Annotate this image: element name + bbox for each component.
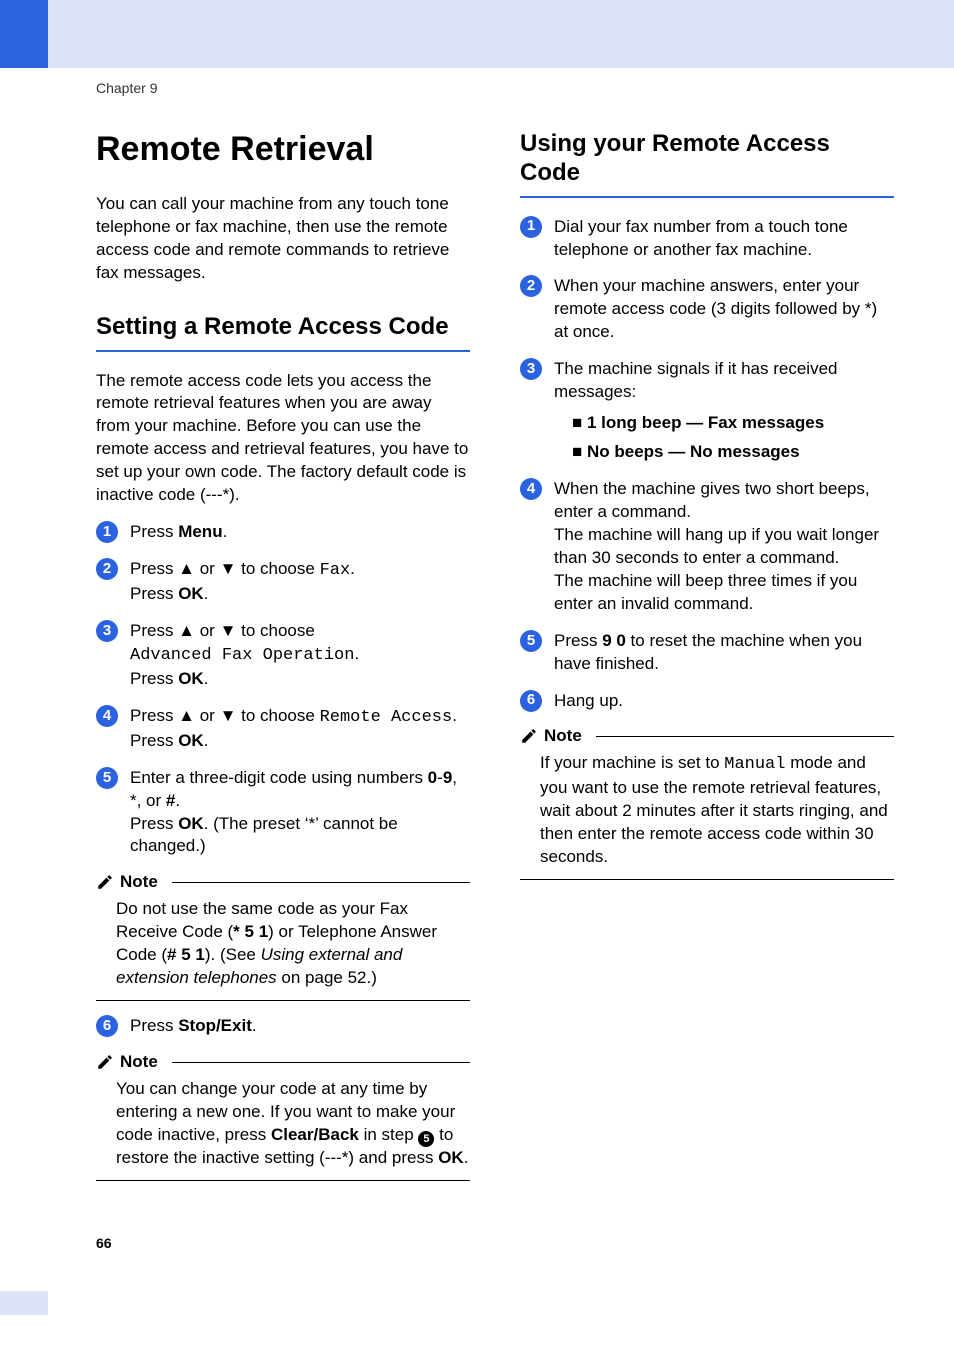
text: Press ▲ or ▼ to choose	[130, 706, 320, 725]
note-right: Note If your machine is set to Manual mo…	[520, 726, 894, 880]
hash-key: #	[166, 791, 175, 810]
step-4: Press ▲ or ▼ to choose Remote Access. Pr…	[96, 705, 470, 753]
note-rule	[596, 736, 894, 737]
step-1: Press Menu.	[96, 521, 470, 544]
text: Press ▲ or ▼ to choose	[130, 621, 315, 640]
text: on page 52.)	[277, 968, 377, 987]
footer-tab	[0, 1291, 48, 1315]
step-2: Press ▲ or ▼ to choose Fax. Press OK.	[96, 558, 470, 606]
key-combo: 9 0	[602, 631, 626, 650]
step-ref-icon: 5	[418, 1131, 434, 1147]
note-rule	[172, 1062, 470, 1063]
text: .	[252, 1016, 257, 1035]
text: When the machine gives two short beeps, …	[554, 479, 870, 521]
note-body: You can change your code at any time by …	[96, 1072, 470, 1181]
step-2: When your machine answers, enter your re…	[520, 275, 894, 344]
text: Enter a three-digit code using numbers	[130, 768, 428, 787]
ok-key: OK	[178, 669, 204, 688]
digit: 0	[428, 768, 437, 787]
ok-key: OK	[178, 814, 204, 833]
step-6: Hang up.	[520, 690, 894, 713]
text: .	[452, 706, 457, 725]
text: .	[464, 1148, 469, 1167]
note-label: Note	[120, 872, 158, 892]
menu-option: Fax	[320, 561, 351, 580]
step-3: Press ▲ or ▼ to choose Advanced Fax Oper…	[96, 620, 470, 691]
step-4: When the machine gives two short beeps, …	[520, 478, 894, 616]
text: Press	[130, 731, 178, 750]
section-intro: The remote access code lets you access t…	[96, 370, 470, 508]
menu-key: Menu	[178, 522, 222, 541]
header-band	[0, 0, 954, 68]
text: .	[204, 669, 209, 688]
step-1: Dial your fax number from a touch tone t…	[520, 216, 894, 262]
chapter-label: Chapter 9	[96, 80, 894, 96]
text: ). (See	[205, 945, 261, 964]
digit: 9	[443, 768, 452, 787]
left-column: Remote Retrieval You can call your machi…	[96, 130, 470, 1195]
text: .	[204, 584, 209, 603]
text: If your machine is set to	[540, 753, 724, 772]
text: in step	[359, 1125, 419, 1144]
text: Press	[130, 814, 178, 833]
section-title-setting: Setting a Remote Access Code	[96, 313, 470, 342]
right-column: Using your Remote Access Code Dial your …	[520, 130, 894, 1195]
menu-option: Remote Access	[320, 708, 453, 727]
note-label: Note	[544, 726, 582, 746]
setting-steps: Press Menu. Press ▲ or ▼ to choose Fax. …	[96, 521, 470, 858]
text: The machine will hang up if you wait lon…	[554, 525, 879, 567]
note-2: Note You can change your code at any tim…	[96, 1052, 470, 1181]
pencil-icon	[520, 727, 538, 745]
mode-name: Manual	[724, 755, 785, 774]
pencil-icon	[96, 873, 114, 891]
text: .	[350, 559, 355, 578]
step-5: Press 9 0 to reset the machine when you …	[520, 630, 894, 676]
section-rule	[520, 196, 894, 198]
note-rule	[172, 882, 470, 883]
text: Press	[130, 669, 178, 688]
page-number: 66	[96, 1235, 894, 1251]
note-1: Note Do not use the same code as your Fa…	[96, 872, 470, 1001]
page-title: Remote Retrieval	[96, 130, 470, 169]
text: Press	[554, 631, 602, 650]
clear-back-key: Clear/Back	[271, 1125, 359, 1144]
section-rule	[96, 350, 470, 352]
step-3: The machine signals if it has received m…	[520, 358, 894, 464]
menu-option: Advanced Fax Operation	[130, 646, 354, 665]
text: Press	[130, 1016, 178, 1035]
text: .	[354, 644, 359, 663]
text: Press	[130, 522, 178, 541]
step-5: Enter a three-digit code using numbers 0…	[96, 767, 470, 859]
text: .	[175, 791, 180, 810]
section-title-using: Using your Remote Access Code	[520, 130, 894, 188]
setting-steps-cont: Press Stop/Exit.	[96, 1015, 470, 1038]
text: The machine will beep three times if you…	[554, 571, 857, 613]
step-6: Press Stop/Exit.	[96, 1015, 470, 1038]
code: # 5 1	[167, 945, 205, 964]
note-body: If your machine is set to Manual mode an…	[520, 746, 894, 880]
text: .	[204, 731, 209, 750]
stop-exit-key: Stop/Exit	[178, 1016, 252, 1035]
ok-key: OK	[178, 584, 204, 603]
text: Press	[130, 584, 178, 603]
pencil-icon	[96, 1053, 114, 1071]
using-steps: Dial your fax number from a touch tone t…	[520, 216, 894, 713]
ok-key: OK	[178, 731, 204, 750]
signal-item: 1 long beep — Fax messages	[572, 412, 894, 435]
text: .	[223, 522, 228, 541]
code: * 5 1	[233, 922, 268, 941]
signal-item: No beeps — No messages	[572, 441, 894, 464]
ok-key: OK	[438, 1148, 464, 1167]
text: Press ▲ or ▼ to choose	[130, 559, 320, 578]
note-body: Do not use the same code as your Fax Rec…	[96, 892, 470, 1001]
text: The machine signals if it has received m…	[554, 359, 837, 401]
note-label: Note	[120, 1052, 158, 1072]
signal-list: 1 long beep — Fax messages No beeps — No…	[572, 412, 894, 464]
intro-paragraph: You can call your machine from any touch…	[96, 193, 470, 285]
